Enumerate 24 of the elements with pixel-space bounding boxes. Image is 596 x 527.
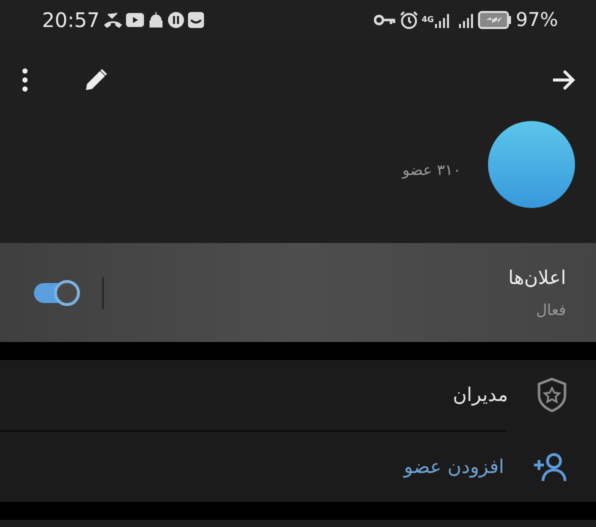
menu-item[interactable]: مدیران (0, 360, 596, 430)
video-icon (126, 13, 144, 27)
pause-icon (168, 12, 184, 28)
battery-percent: 97% (516, 8, 558, 33)
alarm-icon (400, 11, 418, 29)
notifications-status: فعال (536, 300, 566, 320)
notifications-toggle[interactable] (32, 278, 82, 306)
network-type: 4G (422, 16, 434, 24)
signal-icon (458, 12, 474, 28)
member-count: ۳۱۰ عضو (402, 160, 461, 181)
mosque-icon (148, 11, 164, 29)
forward-arrow-icon[interactable] (552, 69, 576, 91)
add-person-icon (532, 452, 568, 482)
message-icon (188, 12, 204, 28)
menu-item[interactable]: افزودن عضو (0, 432, 596, 502)
more-icon[interactable] (22, 68, 28, 92)
pencil-icon[interactable] (84, 68, 108, 92)
shield-star-icon (536, 377, 568, 413)
missed-call-icon (104, 12, 122, 28)
signal-icon (434, 12, 450, 28)
status-time: 20:57 (42, 7, 100, 34)
key-icon (374, 14, 396, 26)
battery-icon (478, 11, 512, 29)
notifications-title: اعلان‌ها (508, 266, 566, 291)
